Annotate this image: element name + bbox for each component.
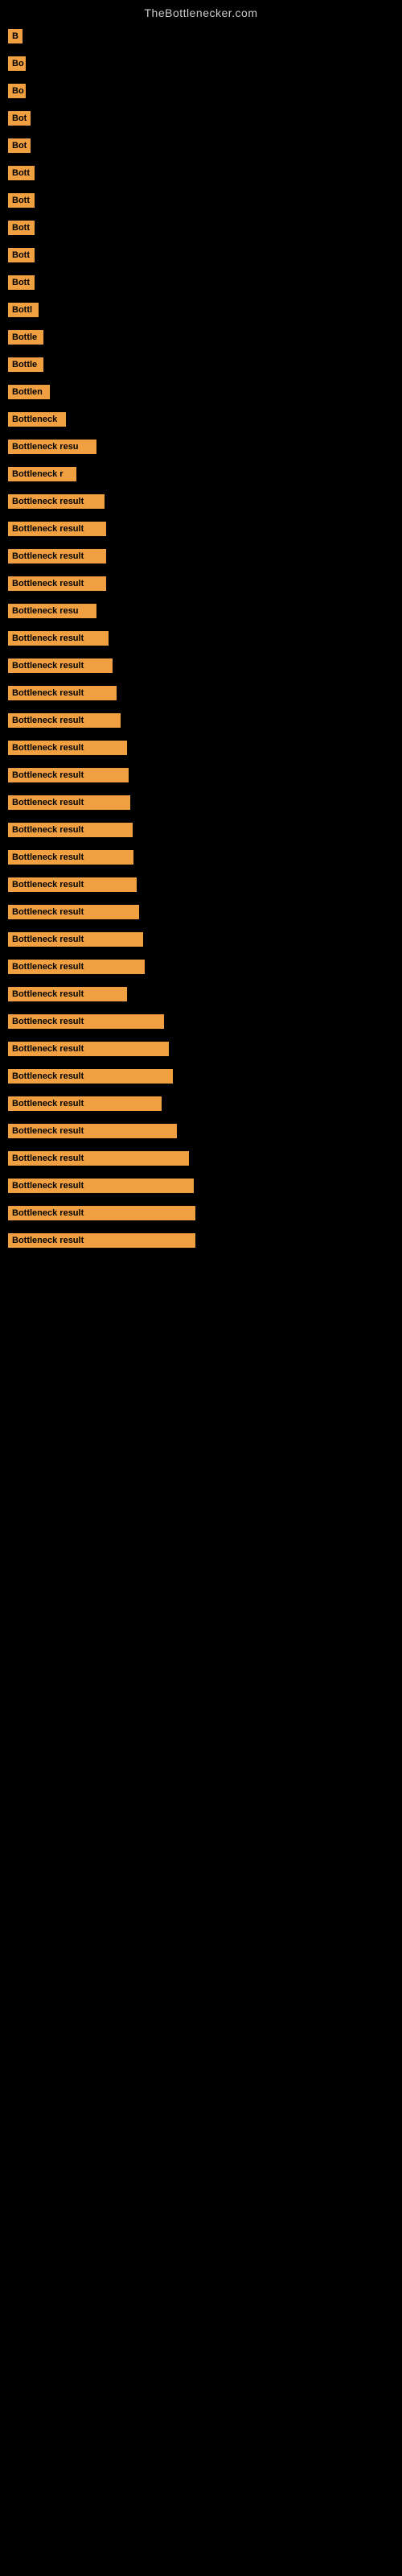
- bar-label: Bottleneck result: [8, 1151, 189, 1166]
- bar-row: Bottleneck resu: [8, 597, 394, 625]
- bar-row: Bottleneck result: [8, 762, 394, 789]
- bar-label: Bo: [8, 56, 26, 71]
- bar-row: Bott: [8, 242, 394, 269]
- bar-row: Bottleneck result: [8, 1090, 394, 1117]
- bar-label: Bottleneck result: [8, 741, 127, 755]
- bar-row: Bottleneck result: [8, 871, 394, 898]
- bar-label: Bottleneck result: [8, 1124, 177, 1138]
- bar-row: Bottlen: [8, 378, 394, 406]
- bar-label: Bottlen: [8, 385, 50, 399]
- bar-row: Bottle: [8, 351, 394, 378]
- bar-label: Bottleneck result: [8, 631, 109, 646]
- bar-label: Bottleneck result: [8, 768, 129, 782]
- bar-row: Bottleneck result: [8, 488, 394, 515]
- bar-label: B: [8, 29, 23, 43]
- bar-row: Bottle: [8, 324, 394, 351]
- bar-label: Bottleneck result: [8, 549, 106, 564]
- bar-label: Bottleneck resu: [8, 440, 96, 454]
- bar-label: Bottleneck result: [8, 1069, 173, 1084]
- bar-row: Bottleneck result: [8, 1172, 394, 1199]
- bar-row: Bot: [8, 105, 394, 132]
- bar-row: Bottleneck result: [8, 625, 394, 652]
- bar-row: Bottleneck result: [8, 679, 394, 707]
- bar-label: Bot: [8, 111, 31, 126]
- bar-label: Bott: [8, 221, 35, 235]
- bar-row: Bottleneck result: [8, 570, 394, 597]
- bar-row: Bot: [8, 132, 394, 159]
- bar-label: Bottl: [8, 303, 39, 317]
- bar-label: Bottleneck result: [8, 850, 133, 865]
- bar-label: Bottleneck result: [8, 795, 130, 810]
- bar-label: Bottleneck result: [8, 905, 139, 919]
- bar-row: Bottleneck result: [8, 707, 394, 734]
- bar-row: Bottleneck result: [8, 1008, 394, 1035]
- bar-label: Bottleneck result: [8, 686, 117, 700]
- bar-row: Bottleneck result: [8, 1035, 394, 1063]
- bar-row: Bottleneck result: [8, 1117, 394, 1145]
- bar-row: Bottleneck result: [8, 1199, 394, 1227]
- bar-row: Bottleneck result: [8, 898, 394, 926]
- bar-row: Bottleneck result: [8, 926, 394, 953]
- bar-label: Bottleneck result: [8, 1096, 162, 1111]
- bar-label: Bottleneck: [8, 412, 66, 427]
- bar-row: Bottleneck: [8, 406, 394, 433]
- bar-row: Bottl: [8, 296, 394, 324]
- bar-label: Bottleneck result: [8, 823, 133, 837]
- bar-row: Bottleneck result: [8, 816, 394, 844]
- bar-row: Bottleneck result: [8, 543, 394, 570]
- bar-label: Bottleneck result: [8, 1233, 195, 1248]
- bars-container: B Bo Bo Bot Bot Bott Bott Bott Bott Bott Bottl Bott…: [0, 23, 402, 1254]
- bar-label: Bottleneck result: [8, 987, 127, 1001]
- bar-label: Bottleneck result: [8, 1179, 194, 1193]
- bar-label: Bottleneck result: [8, 877, 137, 892]
- site-title: TheBottlenecker.com: [0, 0, 402, 23]
- bar-label: Bott: [8, 275, 35, 290]
- bar-row: Bott: [8, 214, 394, 242]
- bar-row: Bottleneck result: [8, 1227, 394, 1254]
- bar-label: Bottle: [8, 330, 43, 345]
- bar-label: Bottleneck result: [8, 932, 143, 947]
- bar-label: Bot: [8, 138, 31, 153]
- bar-row: Bott: [8, 269, 394, 296]
- bar-row: Bo: [8, 77, 394, 105]
- bar-label: Bottleneck result: [8, 576, 106, 591]
- bar-label: Bo: [8, 84, 26, 98]
- bar-row: Bottleneck result: [8, 1063, 394, 1090]
- bar-row: Bott: [8, 187, 394, 214]
- bar-row: Bottleneck result: [8, 980, 394, 1008]
- bar-row: Bottleneck result: [8, 652, 394, 679]
- bar-label: Bott: [8, 248, 35, 262]
- bar-row: Bo: [8, 50, 394, 77]
- bar-label: Bottleneck result: [8, 1042, 169, 1056]
- bar-label: Bottle: [8, 357, 43, 372]
- bar-label: Bottleneck result: [8, 1014, 164, 1029]
- bar-row: Bottleneck result: [8, 844, 394, 871]
- bar-label: Bottleneck r: [8, 467, 76, 481]
- bar-row: Bottleneck resu: [8, 433, 394, 460]
- bar-row: Bott: [8, 159, 394, 187]
- bar-row: Bottleneck result: [8, 734, 394, 762]
- bar-row: B: [8, 23, 394, 50]
- bar-label: Bottleneck result: [8, 1206, 195, 1220]
- bar-label: Bottleneck result: [8, 494, 105, 509]
- bar-row: Bottleneck result: [8, 789, 394, 816]
- bar-row: Bottleneck result: [8, 515, 394, 543]
- bar-row: Bottleneck result: [8, 1145, 394, 1172]
- bar-label: Bottleneck result: [8, 960, 145, 974]
- bar-label: Bottleneck result: [8, 713, 121, 728]
- bar-row: Bottleneck r: [8, 460, 394, 488]
- bar-label: Bottleneck resu: [8, 604, 96, 618]
- bar-label: Bott: [8, 166, 35, 180]
- bar-label: Bottleneck result: [8, 522, 106, 536]
- bar-row: Bottleneck result: [8, 953, 394, 980]
- bar-label: Bottleneck result: [8, 658, 113, 673]
- bar-label: Bott: [8, 193, 35, 208]
